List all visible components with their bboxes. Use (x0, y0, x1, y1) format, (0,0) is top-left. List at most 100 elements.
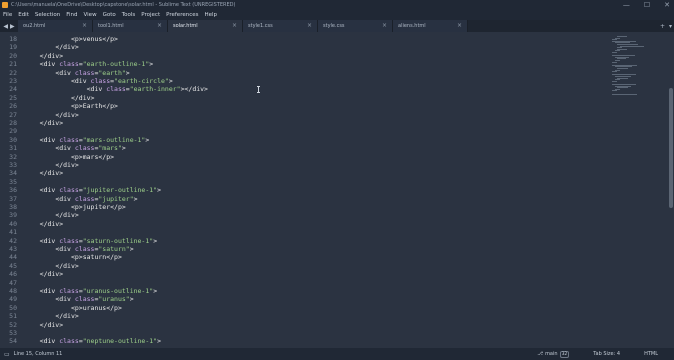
menu-project[interactable]: Project (141, 10, 160, 20)
code-token: <div (55, 245, 75, 253)
code-line[interactable]: <div class="earth-circle"> (24, 77, 173, 85)
code-token: class (59, 60, 79, 69)
tab-label: style1.css (248, 23, 273, 29)
tab-style1-css[interactable]: style1.css × (243, 20, 318, 32)
menu-selection[interactable]: Selection (35, 10, 60, 20)
tab-style-css[interactable]: style.css × (318, 20, 393, 32)
title-bar: C:\Users\manuela\OneDrive\Desktop\capsto… (0, 0, 674, 10)
tab-solar-html[interactable]: solar.html × (168, 20, 243, 32)
line-number: 51 (9, 312, 17, 321)
line-number: 46 (9, 270, 17, 279)
code-token: "jupiter" (98, 194, 134, 203)
tab-close-icon[interactable]: × (307, 20, 312, 32)
code-line[interactable]: <div class="saturn"> (24, 245, 133, 253)
cursor-position[interactable]: Line 15, Column 11 (14, 351, 63, 357)
minimap-line (612, 71, 618, 73)
code-line[interactable]: <p>mars</p> (24, 153, 114, 161)
tab-close-icon[interactable]: × (232, 20, 237, 32)
close-window-icon[interactable]: ✕ (664, 0, 670, 10)
code-token: class (59, 236, 79, 245)
code-line[interactable]: <div class="uranus-outline-1"> (24, 287, 157, 295)
line-number: 18 (9, 35, 17, 43)
code-line[interactable]: </div> (24, 169, 63, 177)
tab-close-icon[interactable]: × (82, 20, 87, 32)
code-token: </div> (55, 161, 79, 169)
code-line[interactable]: <p>venus</p> (24, 35, 118, 43)
tab-close-icon[interactable]: × (457, 20, 462, 32)
code-line[interactable]: </div> (24, 52, 63, 60)
menu-file[interactable]: File (3, 10, 12, 20)
line-number: 35 (9, 177, 17, 186)
code-line[interactable]: <div class="jupiter-outline-1"> (24, 186, 161, 194)
tab-menu-chevron-icon[interactable]: ▾ (669, 23, 672, 30)
tab-close-icon[interactable]: × (382, 20, 387, 32)
code-line[interactable]: <div class="uranus"> (24, 295, 133, 304)
code-line[interactable]: </div> (24, 111, 78, 119)
code-line[interactable]: </div> (24, 270, 63, 278)
code-token: "jupiter-outline-1" (82, 186, 158, 195)
menu-tools[interactable]: Tools (122, 10, 136, 20)
code-line[interactable]: <div class="mars"> (24, 144, 125, 153)
tab-size-indicator[interactable]: Tab Size: 4 (593, 351, 620, 357)
mouse-ibeam-cursor (257, 86, 260, 93)
git-branch[interactable]: ⎇ main 32 (537, 350, 570, 358)
tab-close-icon[interactable]: × (157, 20, 162, 32)
code-line[interactable]: </div> (24, 321, 63, 329)
minimap-line (612, 90, 618, 92)
code-token: class (74, 295, 95, 304)
code-token: "earth-inner" (129, 85, 181, 94)
panel-toggle-icon[interactable]: ▭ (4, 351, 10, 358)
code-token: <p> (70, 102, 83, 111)
code-token: <p> (70, 253, 83, 262)
tab-aliens-html[interactable]: aliens.html × (393, 20, 468, 32)
menu-goto[interactable]: Goto (103, 10, 116, 20)
tab-tool1-html[interactable]: tool1.html × (93, 20, 168, 32)
menu-find[interactable]: Find (66, 10, 77, 20)
code-line[interactable]: </div> (24, 312, 78, 320)
code-line[interactable]: <p>saturn</p> (24, 253, 122, 261)
new-tab-icon[interactable]: + (660, 23, 665, 30)
code-line[interactable]: <p>Earth</p> (24, 102, 118, 110)
syntax-indicator[interactable]: HTML (644, 351, 658, 357)
code-line[interactable]: </div> (24, 262, 78, 270)
line-number: 25 (9, 93, 17, 102)
code-token: <div (39, 60, 60, 69)
line-number: 21 (9, 60, 17, 69)
code-line[interactable]: <div class="earth-outline-1"> (24, 60, 154, 69)
tab-ou2-html[interactable]: ou2.html × (18, 20, 93, 32)
menu-help[interactable]: Help (204, 10, 217, 20)
code-line[interactable]: </div> (24, 220, 63, 228)
code-line[interactable]: </div> (24, 211, 78, 219)
nav-forward-icon[interactable]: ▶ (10, 23, 15, 30)
code-line[interactable]: </div> (24, 94, 94, 102)
code-line[interactable]: </div> (24, 43, 78, 51)
code-line[interactable]: <div class="jupiter"> (24, 194, 137, 203)
menu-edit[interactable]: Edit (18, 10, 29, 20)
code-line[interactable]: <div class="neptune-outline-1"> (24, 337, 161, 345)
code-line[interactable]: <div class="mars-outline-1"> (24, 136, 150, 144)
menu-preferences[interactable]: Preferences (166, 10, 198, 20)
code-line[interactable]: <div class="earth"> (24, 69, 129, 77)
code-line[interactable]: </div> (24, 119, 63, 127)
vertical-scrollbar[interactable] (669, 88, 673, 208)
status-bar: ▭ Line 15, Column 11 ⎇ main 32 Tab Size:… (0, 348, 674, 360)
menu-view[interactable]: View (84, 10, 97, 20)
code-line[interactable]: <div class="saturn-outline-1"> (24, 237, 157, 245)
code-editor[interactable]: <p>venus</p> </div> </div> <div class="e… (24, 32, 610, 348)
minimize-icon[interactable]: — (623, 0, 630, 10)
code-token: class (74, 144, 95, 153)
code-token: Earth (82, 102, 103, 111)
code-line[interactable]: <p>uranus</p> (24, 304, 122, 312)
code-line[interactable]: <div class="earth-inner"></div> (24, 85, 208, 93)
code-line[interactable]: <p>jupiter</p> (24, 203, 126, 211)
nav-back-icon[interactable]: ◀ (3, 23, 8, 30)
code-line[interactable]: </div> (24, 161, 79, 169)
minimap[interactable] (608, 32, 668, 348)
maximize-icon[interactable]: ☐ (644, 0, 650, 10)
